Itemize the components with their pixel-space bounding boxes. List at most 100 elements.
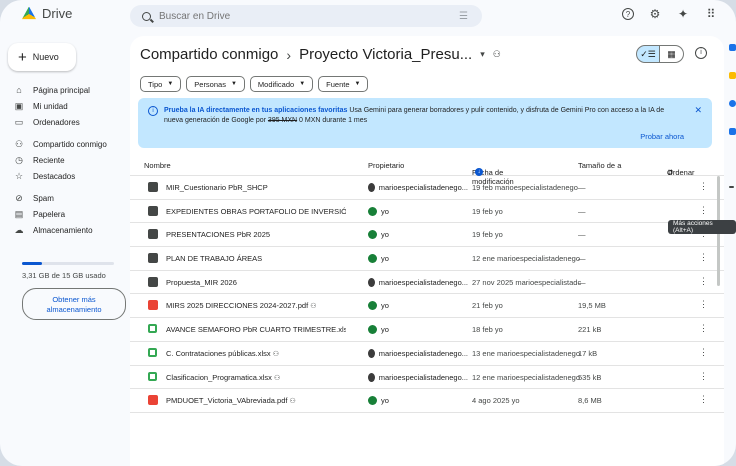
more-actions-icon[interactable]: ⋮ <box>699 371 708 382</box>
close-icon[interactable]: ✕ <box>694 105 702 116</box>
spreadsheet-icon <box>148 324 157 334</box>
file-size: 221 kB <box>578 325 602 335</box>
grid-view-button[interactable]: ▦ <box>660 45 684 63</box>
file-name-text: Clasificacion_Programatica.xlsx <box>166 372 272 382</box>
shared-icon: ⚇ <box>272 350 280 358</box>
sidebar-item-shared[interactable]: ⚇ Compartido conmigo <box>0 136 130 152</box>
new-button[interactable]: + Nuevo <box>8 43 76 71</box>
column-name[interactable]: Nombre <box>144 161 171 170</box>
search-options-icon[interactable]: ☰ <box>459 11 468 22</box>
sidebar-item-trash[interactable]: ▤ Papelera <box>0 206 130 222</box>
chevron-down-icon[interactable]: ▾ <box>480 49 485 60</box>
try-now-link[interactable]: Probar ahora <box>640 132 684 141</box>
search-input[interactable] <box>159 10 419 22</box>
table-row[interactable]: AVANCE SEMAFORO PbR CUARTO TRIMESTRE.xls… <box>130 318 724 342</box>
file-name-text: MIRS 2025 DIRECCIONES 2024-2027.pdf <box>166 301 309 311</box>
shared-icon: ⚇ <box>310 303 317 311</box>
filter-source[interactable]: Fuente ▼ <box>318 76 369 92</box>
more-actions-icon[interactable]: ⋮ <box>699 252 708 263</box>
table-row[interactable]: PLAN DE TRABAJO ÁREAS yo 12 ene marioespec… <box>130 247 724 271</box>
filter-modified[interactable]: Modificado ▼ <box>249 76 314 92</box>
file-name[interactable]: MIRS 2025 DIRECCIONES 2024-2027.pdf ⚇ <box>166 301 317 310</box>
sidebar-item-spam[interactable]: ⊘ Spam <box>0 190 130 206</box>
file-name[interactable]: PMDUOET_Victoria_VAbreviada.pdf ⚇ <box>166 396 296 405</box>
get-more-storage-button[interactable]: Obtener más almacenamiento <box>22 288 126 320</box>
tasks-icon[interactable] <box>729 100 736 107</box>
get-more-label-1: Obtener más <box>52 295 96 304</box>
sidebar-item-storage[interactable]: ☁ Almacenamiento <box>0 222 130 238</box>
file-name[interactable]: MIR_Cuestionario PbR_SHCP <box>166 183 268 192</box>
column-size[interactable]: Tamaño de a <box>578 161 621 170</box>
table-row[interactable]: PRESENTACIONES PbR 2025yo19 feb yo—⋮ <box>130 223 724 248</box>
computers-icon: ▭ <box>14 116 24 127</box>
settings-icon[interactable]: ⚙ <box>648 7 662 21</box>
banner-bold-text: Prueba la IA directamente en tus aplicac… <box>164 107 348 114</box>
filter-chips: Tipo ▼ Personas ▼ Modificado ▼ Fuente ▼ <box>140 76 369 92</box>
list-view-icon: ✓☰ <box>640 48 656 59</box>
breadcrumb-separator: › <box>286 46 292 63</box>
trash-icon: ▤ <box>14 208 24 219</box>
pdf-file-icon <box>148 395 158 406</box>
add-addon-icon[interactable] <box>729 186 734 188</box>
file-name-text: MIR_Cuestionario PbR_SHCP <box>166 183 268 192</box>
avatar <box>368 325 377 335</box>
spreadsheet-icon <box>148 371 157 381</box>
calendar-icon[interactable] <box>729 44 736 51</box>
breadcrumb-current[interactable]: Proyecto Victoria_Presu... <box>299 46 472 63</box>
more-actions-icon[interactable]: ⋮ <box>699 276 708 287</box>
more-actions-tooltip: Más acciones (Alt+A) <box>668 220 736 234</box>
more-actions-icon[interactable]: ⋮ <box>699 347 708 358</box>
file-name[interactable]: PRESENTACIONES PbR 2025 <box>166 230 270 239</box>
sidebar-item-recent[interactable]: ◷ Reciente <box>0 152 130 168</box>
more-actions-icon[interactable]: ⋮ <box>699 394 708 405</box>
get-more-label-2: almacenamiento <box>46 304 102 314</box>
search-icon[interactable] <box>142 11 151 21</box>
table-row[interactable]: EXPEDIENTES OBRAS PORTAFOLIO DE INVERSIÓ… <box>130 200 724 224</box>
more-actions-icon[interactable]: ⋮ <box>699 181 708 192</box>
table-row[interactable]: C. Contrataciones públicas.xlsx ⚇ marioes… <box>130 342 724 366</box>
sidebar-item-computers[interactable]: ▭ Ordenadores <box>0 114 130 130</box>
table-row[interactable]: MIRS 2025 DIRECCIONES 2024-2027.pdf ⚇ yo 2… <box>130 294 724 319</box>
table-row[interactable]: MIR_Cuestionario PbR_SHCP marioespecialis… <box>130 176 724 200</box>
arrow-down-icon[interactable]: ↓ <box>475 168 483 176</box>
table-row[interactable]: Propuesta_MIR 2026 marioespecialistadeneg… <box>130 271 724 295</box>
sidebar-item-label: Compartido conmigo <box>33 139 107 149</box>
filter-people[interactable]: Personas ▼ <box>186 76 245 92</box>
top-bar: Drive ☰ ? ⚙ ✦ ⠿ <box>0 0 736 34</box>
gemini-icon[interactable]: ✦ <box>676 7 690 21</box>
more-actions-icon[interactable]: ⋮ <box>699 323 708 334</box>
sidebar-item-home[interactable]: ⌂ Página principal <box>0 82 130 98</box>
breadcrumb-parent[interactable]: Compartido conmigo <box>140 46 278 63</box>
search-box[interactable]: ☰ <box>130 5 482 27</box>
chevron-down-icon: ▼ <box>299 81 306 87</box>
list-view-button[interactable]: ✓☰ <box>636 45 660 63</box>
sidebar-item-starred[interactable]: ☆ Destacados <box>0 168 130 184</box>
file-name[interactable]: C. Contrataciones públicas.xlsx ⚇ <box>166 349 279 358</box>
table-row[interactable]: PMDUOET_Victoria_VAbreviada.pdf ⚇ yo 4 ago… <box>130 389 724 413</box>
help-icon[interactable]: ? <box>622 8 634 20</box>
file-name[interactable]: Propuesta_MIR 2026 <box>166 278 237 287</box>
file-name[interactable]: Clasificacion_Programatica.xlsx ⚇ <box>166 373 280 382</box>
info-icon[interactable]: i <box>695 47 707 59</box>
modified-date: 13 ene marioespecialistadenego <box>472 348 580 358</box>
owner-cell: yo <box>368 254 389 264</box>
file-size: 17 kB <box>578 348 598 358</box>
contacts-icon[interactable] <box>729 128 736 135</box>
filter-type[interactable]: Tipo ▼ <box>140 76 182 92</box>
pdf-file-icon <box>148 300 158 311</box>
table-row[interactable]: Clasificacion_Programatica.xlsx ⚇ marioes… <box>130 366 724 390</box>
modified-date: 19 feb yo <box>472 230 503 240</box>
keep-icon[interactable] <box>729 72 736 79</box>
more-actions-icon[interactable]: ⋮ <box>699 205 708 216</box>
shared-people-icon[interactable]: ⚇ <box>493 49 501 60</box>
avatar <box>368 230 377 240</box>
file-name[interactable]: PLAN DE TRABAJO ÁREAS <box>166 254 262 263</box>
sidebar-item-my-drive[interactable]: ▣ Mi unidad <box>0 98 130 114</box>
apps-grid-icon[interactable]: ⠿ <box>704 7 718 21</box>
sidebar-item-label: Papelera <box>33 209 66 219</box>
file-name[interactable]: EXPEDIENTES OBRAS PORTAFOLIO DE INVERSIÓ… <box>166 207 346 216</box>
drive-logo[interactable]: Drive <box>22 6 72 21</box>
more-actions-icon[interactable]: ⋮ <box>699 299 708 310</box>
file-name[interactable]: AVANCE SEMAFORO PbR CUARTO TRIMESTRE.xls… <box>166 325 346 334</box>
filter-label: Personas <box>194 79 226 89</box>
